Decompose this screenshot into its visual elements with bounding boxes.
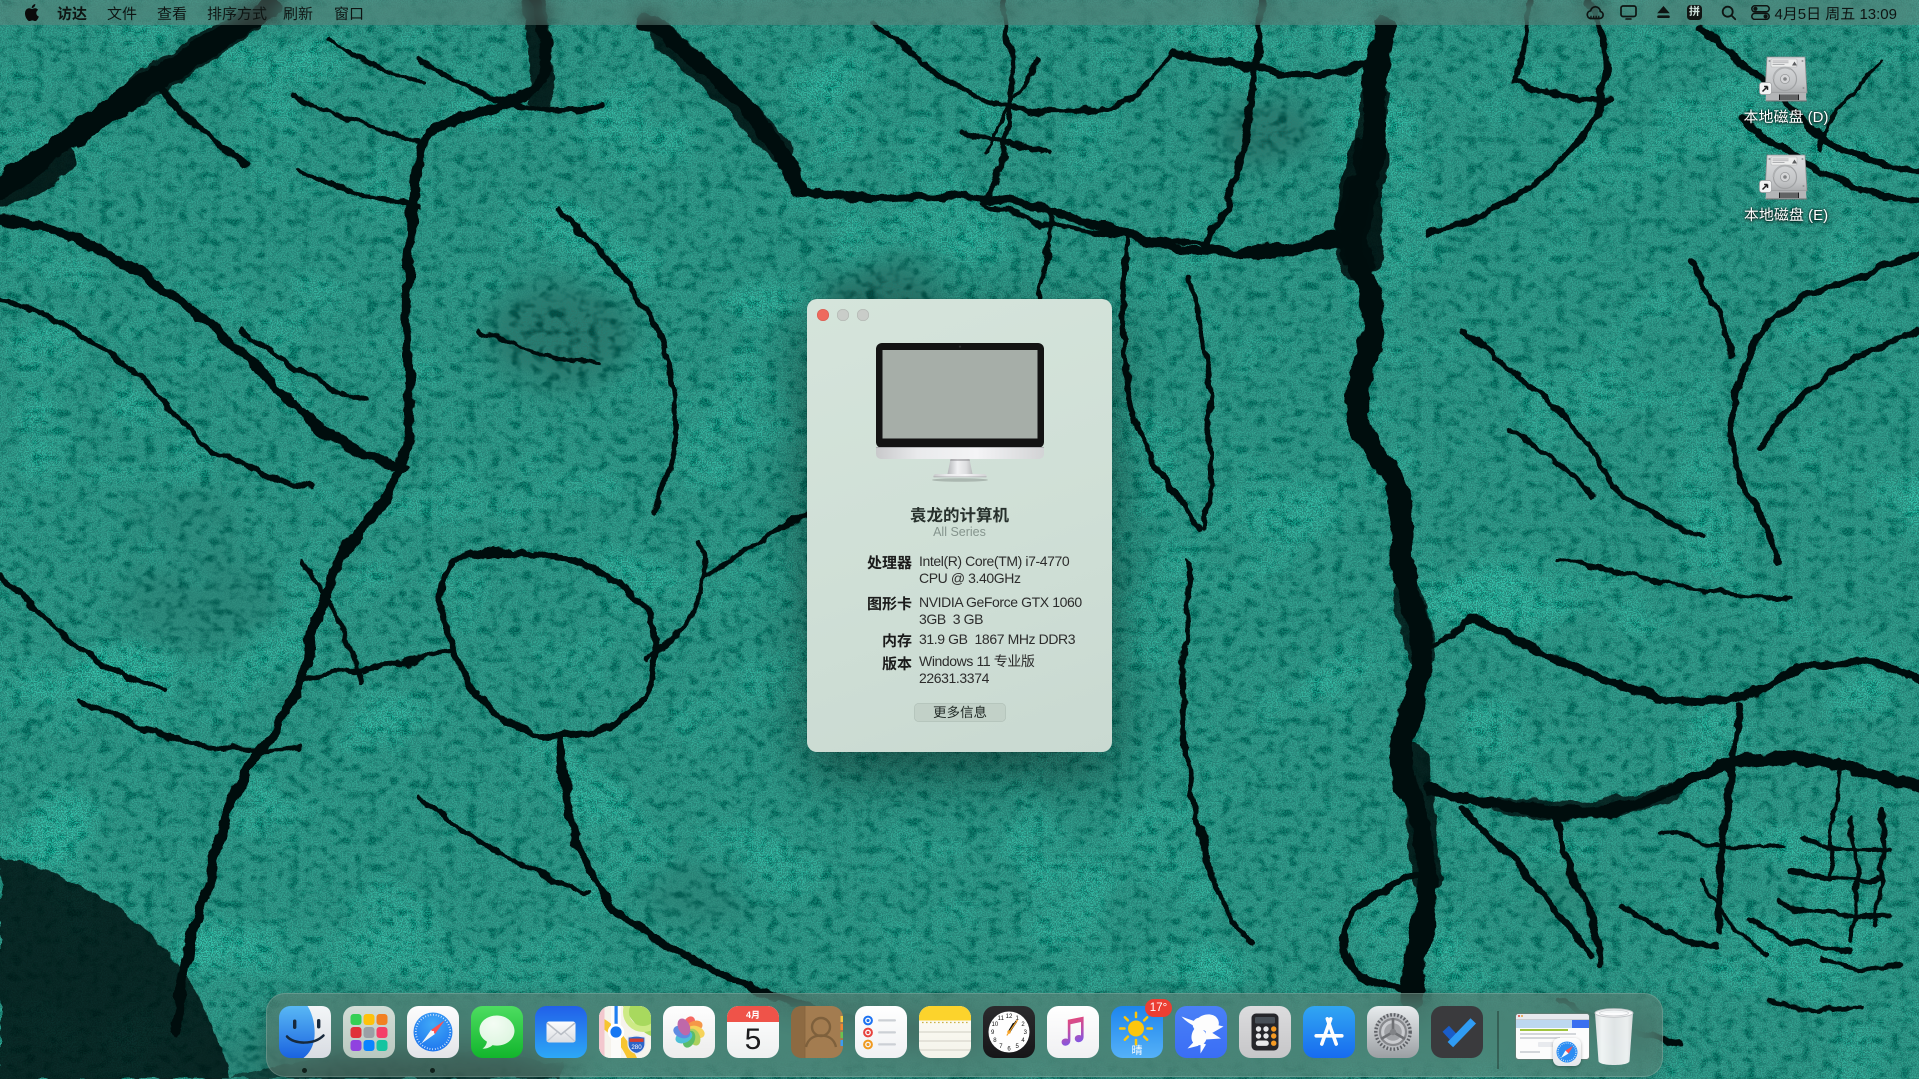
svg-text:4月: 4月 — [746, 1010, 760, 1020]
svg-text:晴: 晴 — [1132, 1042, 1143, 1058]
svg-text:11: 11 — [998, 1016, 1005, 1022]
svg-text:12: 12 — [1006, 1014, 1013, 1020]
svg-text:280: 280 — [631, 1044, 642, 1051]
svg-text:10: 10 — [992, 1022, 999, 1028]
svg-text:5: 5 — [745, 1023, 762, 1056]
